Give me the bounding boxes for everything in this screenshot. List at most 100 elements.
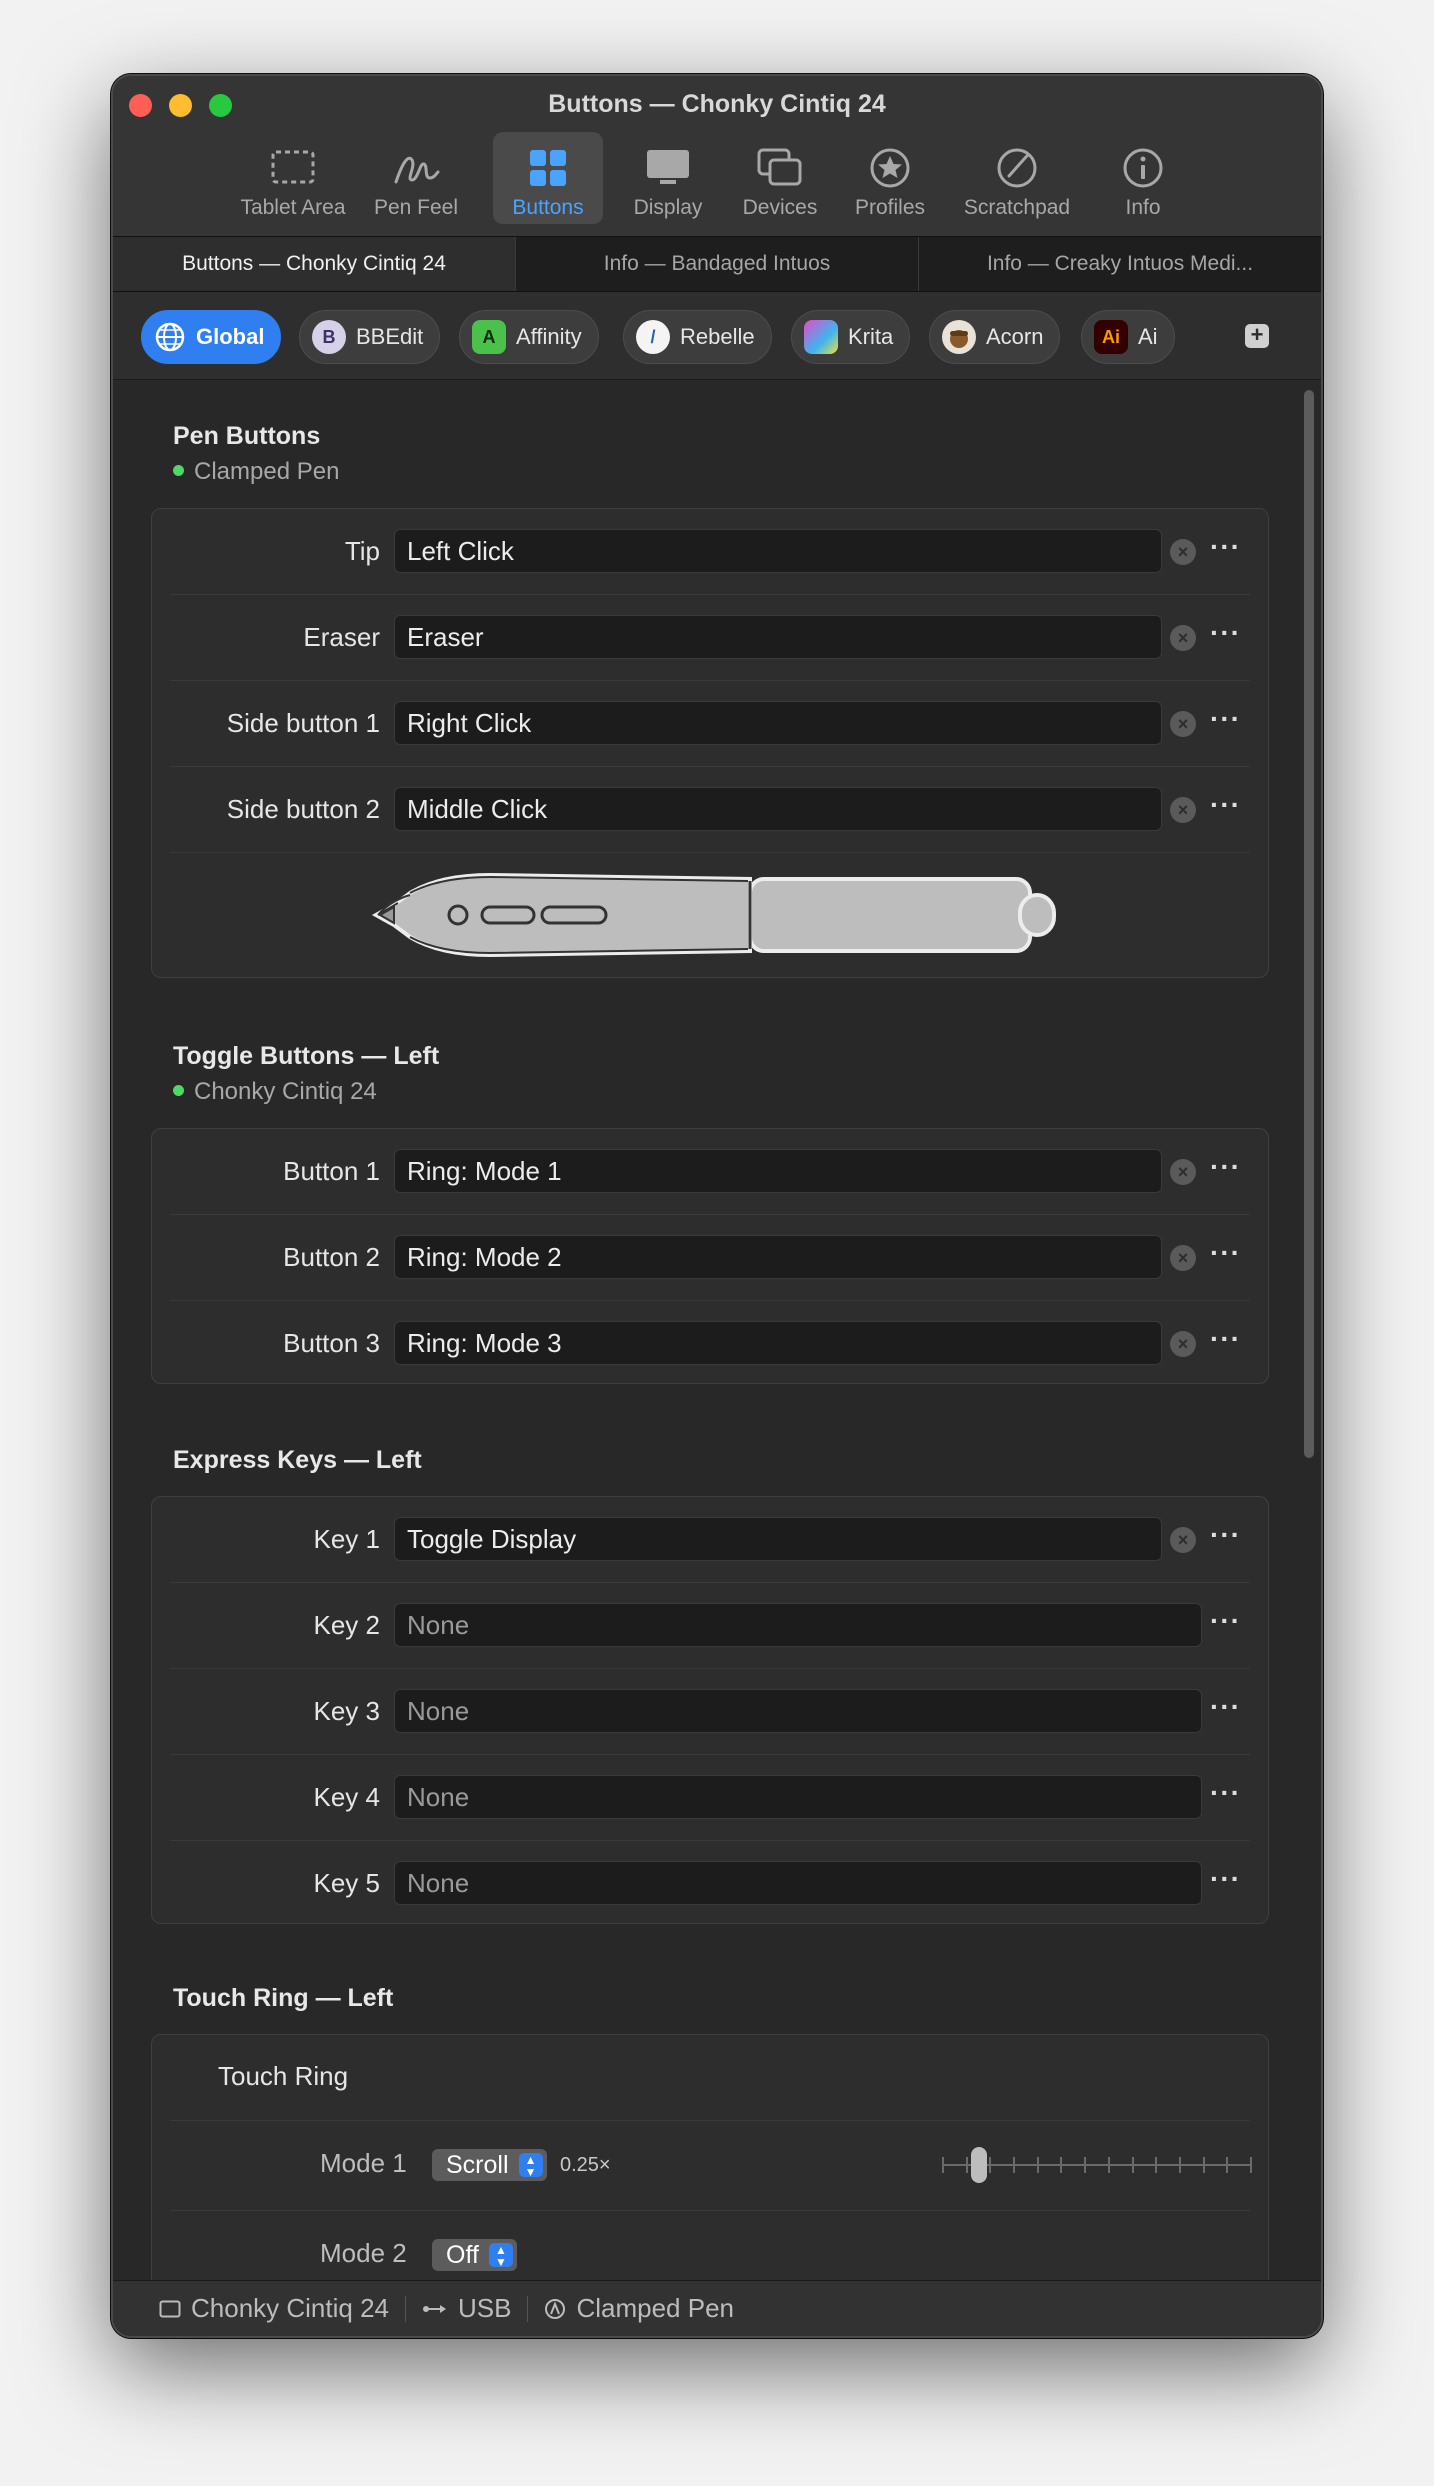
more-options-icon[interactable]: ··· (1210, 1519, 1241, 1551)
app-chip-global[interactable]: Global (141, 310, 282, 364)
row-label: Key 3 (313, 1696, 381, 1726)
row-label: Key 2 (313, 1610, 381, 1640)
toolbar-label: Devices (742, 196, 818, 219)
toggle-button-row: Button 1 Ring: Mode 1 × ··· (170, 1129, 1250, 1215)
devices-icon (757, 148, 802, 186)
clear-icon[interactable]: × (1170, 1159, 1196, 1185)
clear-icon[interactable]: × (1170, 797, 1196, 823)
tab-info-bandaged[interactable]: Info — Bandaged Intuos (516, 237, 919, 291)
pen-button-row: Tip Left Click × ··· (170, 509, 1250, 595)
slider-tick (1084, 2157, 1086, 2173)
tablet-icon (159, 2300, 181, 2317)
mapping-field[interactable]: Toggle Display (394, 1517, 1162, 1561)
app-chip-label: BBEdit (356, 324, 424, 349)
mapping-field[interactable]: Left Click (394, 529, 1162, 573)
toolbar-display[interactable]: Display (613, 132, 723, 224)
app-chip-bbedit[interactable]: B BBEdit (299, 310, 441, 364)
more-options-icon[interactable]: ··· (1210, 1151, 1241, 1183)
status-connection: USB (422, 2293, 511, 2324)
toolbar-label: Pen Feel (373, 196, 459, 219)
clear-icon[interactable]: × (1170, 1331, 1196, 1357)
mode2-popup[interactable]: Off ▲ ▼ (432, 2239, 517, 2271)
more-options-icon[interactable]: ··· (1210, 1237, 1241, 1269)
clear-icon[interactable]: × (1170, 625, 1196, 651)
mapping-field[interactable]: None (394, 1603, 1202, 1647)
speed-slider[interactable] (942, 2141, 1252, 2189)
section-title-express-keys: Express Keys — Left (173, 1446, 422, 1474)
mapping-field[interactable]: Ring: Mode 3 (394, 1321, 1162, 1365)
toggle-button-row: Button 2 Ring: Mode 2 × ··· (170, 1215, 1250, 1301)
clear-icon[interactable]: × (1170, 711, 1196, 737)
scratchpad-icon (997, 148, 1037, 188)
popup-arrows-icon: ▲ ▼ (518, 2153, 543, 2178)
more-options-icon[interactable]: ··· (1210, 1691, 1241, 1723)
rebelle-icon: / (636, 320, 670, 354)
scroll-thumb[interactable] (1304, 390, 1314, 1458)
toolbar-buttons[interactable]: Buttons (493, 132, 603, 224)
toolbar-pen-feel[interactable]: Pen Feel (361, 132, 471, 224)
mapping-field[interactable]: None (394, 1861, 1202, 1905)
row-label: Tip (344, 536, 380, 566)
toolbar-scratchpad[interactable]: Scratchpad (947, 132, 1087, 224)
status-dot (173, 1085, 184, 1097)
status-device: Chonky Cintiq 24 (159, 2293, 389, 2324)
express-key-row: Key 3 None ··· (170, 1669, 1250, 1755)
app-chip-krita[interactable]: Krita (791, 310, 911, 364)
more-options-icon[interactable]: ··· (1210, 531, 1241, 563)
row-label: Eraser (303, 622, 380, 652)
pen-button-row: Side button 1 Right Click × ··· (170, 681, 1250, 767)
clear-icon[interactable]: × (1170, 1245, 1196, 1271)
app-chip-label: Acorn (986, 324, 1044, 349)
more-options-icon[interactable]: ··· (1210, 703, 1241, 735)
status-separator (405, 2295, 406, 2322)
row-label: Key 1 (313, 1524, 381, 1554)
section-title-toggle-buttons: Toggle Buttons — Left (173, 1042, 440, 1070)
pen-buttons-group: Tip Left Click × ··· Eraser Eraser × ···… (151, 508, 1269, 978)
tab-info-creaky[interactable]: Info — Creaky Intuos Medi... (919, 237, 1321, 291)
toolbar-profiles[interactable]: Profiles (835, 132, 945, 224)
popup-arrows-icon: ▲ ▼ (488, 2243, 513, 2268)
express-keys-group: Key 1 Toggle Display × ··· Key 2 None ··… (151, 1496, 1269, 1924)
mapping-field[interactable]: Eraser (394, 615, 1162, 659)
section-title-pen-buttons: Pen Buttons (173, 422, 321, 450)
slider-tick (989, 2157, 991, 2173)
slider-tick (1013, 2157, 1015, 2173)
mapping-field[interactable]: None (394, 1775, 1202, 1819)
device-name: Chonky Cintiq 24 (194, 1078, 377, 1105)
status-separator (527, 2295, 529, 2322)
add-app-button[interactable]: + (1245, 324, 1269, 348)
mapping-field[interactable]: Ring: Mode 2 (394, 1235, 1162, 1279)
more-options-icon[interactable]: ··· (1210, 1863, 1241, 1895)
clear-icon[interactable]: × (1170, 539, 1196, 565)
pen-stroke-icon (394, 156, 440, 184)
app-chip-acorn[interactable]: Acorn (929, 310, 1061, 364)
toolbar-label: Info (1125, 196, 1161, 219)
touch-ring-label: Touch Ring (218, 2061, 349, 2091)
row-label: Button 3 (283, 1328, 380, 1358)
clear-icon[interactable]: × (1170, 1527, 1196, 1553)
more-options-icon[interactable]: ··· (1210, 1777, 1241, 1809)
slider-tick (1226, 2157, 1228, 2173)
tab-buttons-chonky[interactable]: Buttons — Chonky Cintiq 24 (113, 237, 516, 291)
touch-ring-group: Touch Ring Mode 1 Scroll ▲ ▼ 0.25× Mode 2 … (151, 2034, 1269, 2280)
mode1-popup[interactable]: Scroll ▲ ▼ (432, 2149, 547, 2181)
popup-value: Off (446, 2241, 479, 2269)
more-options-icon[interactable]: ··· (1210, 789, 1241, 821)
more-options-icon[interactable]: ··· (1210, 1605, 1241, 1637)
more-options-icon[interactable]: ··· (1210, 1323, 1241, 1355)
app-chip-rebelle[interactable]: / Rebelle (623, 310, 772, 364)
app-chip-illustrator[interactable]: Ai Ai (1081, 310, 1175, 364)
slider-knob[interactable] (971, 2147, 987, 2183)
app-chip-affinity[interactable]: A Affinity (459, 310, 599, 364)
toolbar-devices[interactable]: Devices (725, 132, 835, 224)
pen-badge-icon (545, 2298, 566, 2319)
more-options-icon[interactable]: ··· (1210, 617, 1241, 649)
mapping-field[interactable]: Middle Click (394, 787, 1162, 831)
toolbar-info[interactable]: Info (1093, 132, 1193, 224)
mapping-field[interactable]: Ring: Mode 1 (394, 1149, 1162, 1193)
mapping-field[interactable]: Right Click (394, 701, 1162, 745)
mapping-field[interactable]: None (394, 1689, 1202, 1733)
app-window: Buttons — Chonky Cintiq 24 Tablet Area P… (111, 74, 1323, 2338)
vertical-scrollbar[interactable] (1301, 390, 1317, 1458)
toolbar-tablet-area[interactable]: Tablet Area (233, 132, 353, 224)
